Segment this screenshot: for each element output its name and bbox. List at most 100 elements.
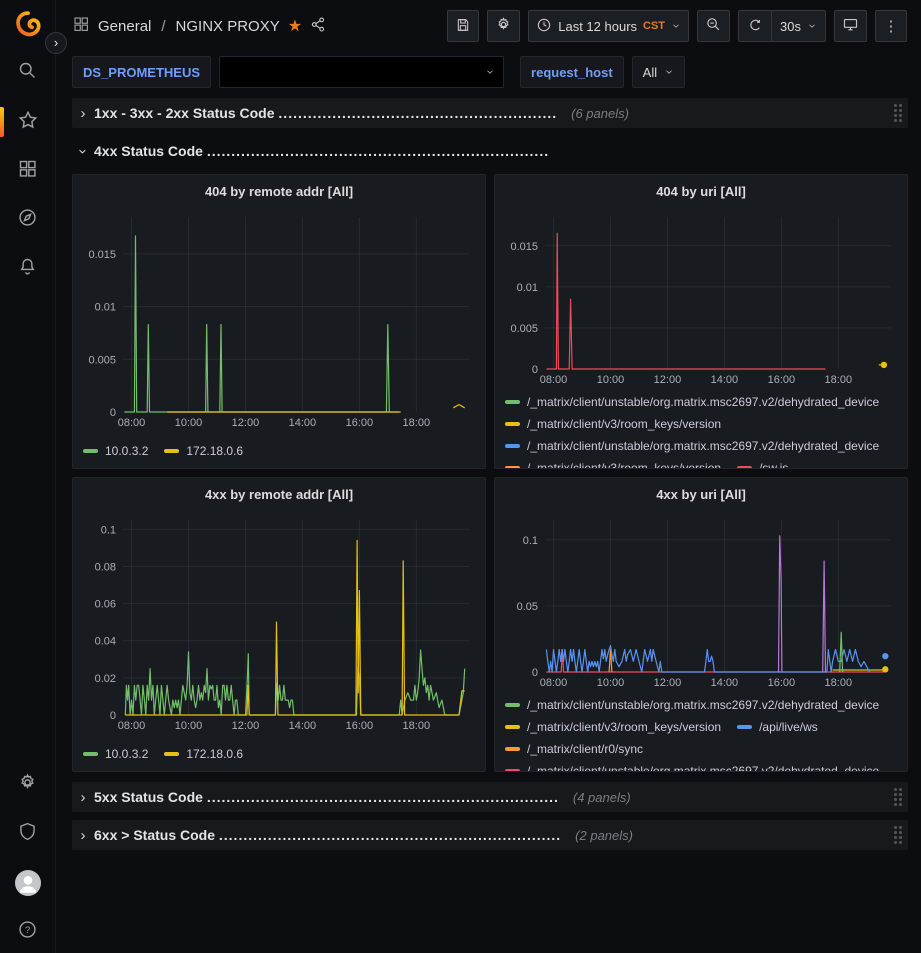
refresh-interval-dropdown[interactable]: 30s (771, 11, 825, 41)
legend-item[interactable]: 10.0.3.2 (83, 747, 148, 761)
chevron-right-icon: › (72, 789, 94, 806)
legend-series-label: 172.18.0.6 (186, 444, 243, 458)
legend-item[interactable]: /_matrix/client/unstable/org.matrix.msc2… (505, 764, 879, 772)
legend-item[interactable]: /_matrix/client/unstable/org.matrix.msc2… (505, 439, 879, 453)
svg-text:0.005: 0.005 (510, 323, 538, 335)
sidebar-item-starred[interactable] (0, 111, 56, 133)
legend-item[interactable]: /api/live/ws (737, 720, 818, 734)
row-title-dots: ........................................… (219, 827, 561, 843)
sidebar-item-dashboards[interactable] (0, 160, 56, 182)
chevron-down-icon: › (75, 140, 92, 162)
legend-item[interactable]: 10.0.3.2 (83, 444, 148, 458)
row-title-dots: ........................................… (278, 105, 557, 121)
help-icon: ? (17, 919, 38, 945)
chart-legend: 10.0.3.2 172.18.0.6 (81, 741, 477, 765)
sidebar-item-explore[interactable] (0, 209, 56, 231)
row-header-1xx[interactable]: › 1xx - 3xx - 2xx Status Code ..........… (72, 98, 908, 128)
sidebar-item-help[interactable]: ? (0, 921, 56, 943)
legend-item[interactable]: 172.18.0.6 (164, 444, 243, 458)
svg-text:0.06: 0.06 (95, 599, 116, 611)
svg-text:16:00: 16:00 (346, 720, 374, 732)
apps-grid-icon (72, 15, 90, 37)
legend-series-label: /sw.js (759, 461, 788, 469)
svg-text:0.1: 0.1 (101, 524, 116, 536)
zoom-out-button[interactable] (697, 10, 730, 42)
panel-title[interactable]: 404 by remote addr [All] (81, 175, 477, 207)
row-title: 6xx > Status Code (94, 827, 215, 843)
svg-text:12:00: 12:00 (654, 374, 682, 386)
sidebar-item-configuration[interactable] (0, 774, 56, 796)
variable-label-request-host: request_host (520, 56, 624, 88)
svg-text:12:00: 12:00 (654, 677, 682, 689)
legend-item[interactable]: /_matrix/client/unstable/org.matrix.msc2… (505, 395, 879, 409)
chevron-down-icon (485, 67, 495, 77)
chevron-down-icon (807, 21, 817, 31)
gear-icon (17, 772, 38, 798)
breadcrumb: General / NGINX PROXY ★ (72, 15, 327, 37)
search-icon (17, 60, 38, 86)
legend-item[interactable]: /_matrix/client/unstable/org.matrix.msc2… (505, 698, 879, 712)
legend-item[interactable]: /_matrix/client/v3/room_keys/version (505, 461, 721, 469)
variable-value-ds-prometheus[interactable] (219, 56, 504, 88)
legend-series-swatch (505, 703, 520, 707)
panel-title[interactable]: 404 by uri [All] (503, 175, 899, 207)
row-drag-handle[interactable] (894, 826, 902, 844)
row-title: 1xx - 3xx - 2xx Status Code (94, 105, 275, 121)
row-panel-count: (4 panels) (573, 790, 631, 805)
svg-text:14:00: 14:00 (711, 374, 739, 386)
svg-text:08:00: 08:00 (540, 677, 568, 689)
svg-text:10:00: 10:00 (597, 374, 625, 386)
legend-series-swatch (737, 725, 752, 729)
kebab-menu-button[interactable]: ⋮ (875, 10, 907, 42)
timeseries-chart[interactable]: 08:0010:0012:0014:0016:0018:0000.0050.01… (503, 207, 899, 389)
chevron-right-icon: › (72, 105, 94, 122)
panel-title[interactable]: 4xx by remote addr [All] (81, 478, 477, 510)
clock-icon (536, 17, 552, 36)
sidebar-expand-button[interactable]: › (45, 32, 67, 54)
legend-series-label: /_matrix/client/r0/sync (527, 742, 643, 756)
share-icon[interactable] (310, 16, 327, 37)
save-dashboard-button[interactable] (447, 10, 479, 42)
svg-text:18:00: 18:00 (403, 720, 431, 732)
legend-item[interactable]: /sw.js (737, 461, 788, 469)
refresh-button[interactable] (739, 11, 771, 41)
legend-series-swatch (505, 769, 520, 772)
legend-item[interactable]: /_matrix/client/v3/room_keys/version (505, 720, 721, 734)
legend-series-label: /api/live/ws (759, 720, 818, 734)
grafana-logo-icon[interactable] (13, 10, 43, 40)
legend-item[interactable]: 172.18.0.6 (164, 747, 243, 761)
panel-title[interactable]: 4xx by uri [All] (503, 478, 899, 510)
row-header-5xx[interactable]: › 5xx Status Code ......................… (72, 782, 908, 812)
legend-series-swatch (505, 400, 520, 404)
row-drag-handle[interactable] (894, 104, 902, 122)
gear-icon (495, 16, 512, 36)
row-header-6xx[interactable]: › 6xx > Status Code ....................… (72, 820, 908, 850)
legend-item[interactable]: /_matrix/client/r0/sync (505, 742, 643, 756)
dashboard-settings-button[interactable] (487, 10, 520, 42)
timeseries-chart[interactable]: 08:0010:0012:0014:0016:0018:0000.020.040… (81, 510, 477, 735)
svg-text:16:00: 16:00 (768, 374, 796, 386)
sidebar-item-profile[interactable] (0, 872, 56, 894)
sidebar-item-search[interactable] (0, 62, 56, 84)
row-panel-count: (6 panels) (571, 106, 629, 121)
panel-4xx-by-remote-addr: 4xx by remote addr [All] 08:0010:0012:00… (72, 477, 486, 772)
time-range-picker[interactable]: Last 12 hours CST (528, 10, 689, 42)
row-header-4xx[interactable]: › 4xx Status Code ......................… (72, 136, 908, 166)
svg-text:12:00: 12:00 (232, 720, 260, 732)
sidebar-item-alerting[interactable] (0, 258, 56, 280)
breadcrumb-folder[interactable]: General (98, 18, 151, 35)
cycle-view-button[interactable] (834, 10, 867, 42)
variable-label-ds-prometheus: DS_PROMETHEUS (72, 56, 211, 88)
timeseries-chart[interactable]: 08:0010:0012:0014:0016:0018:0000.0050.01… (81, 207, 477, 432)
row-drag-handle[interactable] (894, 788, 902, 806)
variable-value-request-host[interactable]: All (632, 56, 685, 88)
sidebar-item-server-admin[interactable] (0, 823, 56, 845)
favorite-star-icon[interactable]: ★ (288, 16, 302, 36)
timeseries-chart[interactable]: 08:0010:0012:0014:0016:0018:0000.050.1 (503, 510, 899, 692)
svg-text:0.05: 0.05 (517, 601, 538, 613)
svg-text:14:00: 14:00 (289, 720, 317, 732)
legend-series-swatch (83, 449, 98, 453)
chart-legend: 10.0.3.2 172.18.0.6 (81, 438, 477, 462)
legend-series-swatch (505, 725, 520, 729)
legend-item[interactable]: /_matrix/client/v3/room_keys/version (505, 417, 721, 431)
